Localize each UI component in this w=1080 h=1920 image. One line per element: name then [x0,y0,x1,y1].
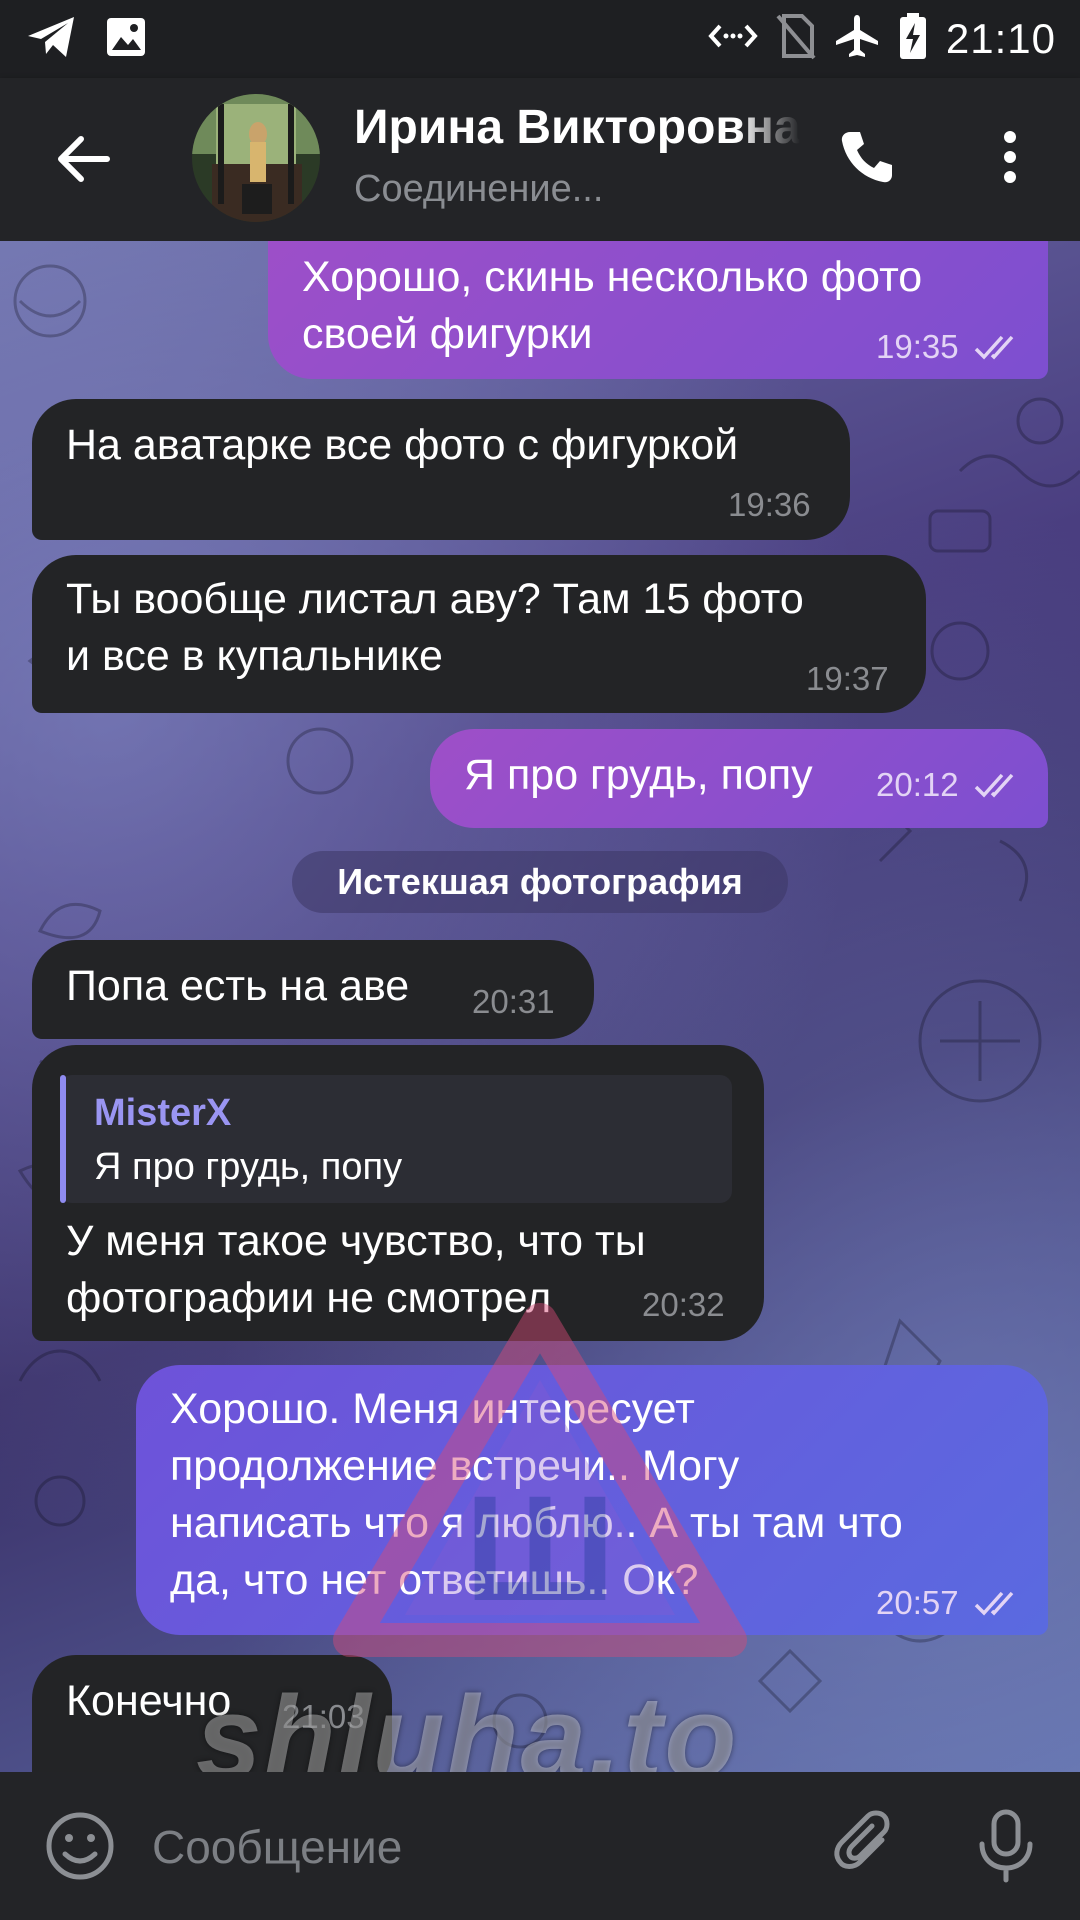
message-bubble-outgoing[interactable]: Я про грудь, попу 20:12 [430,729,1048,828]
call-button[interactable] [832,122,902,192]
reply-accent-bar [60,1075,66,1203]
watermark-logo: Ш [333,1303,747,1657]
double-check-icon [974,335,1014,360]
chat-header: Ирина Викторовна Соединение... [0,78,1080,241]
attach-icon[interactable] [830,1810,902,1882]
reply-preview[interactable]: MisterX Я про грудь, попу [60,1075,732,1203]
message-time: 19:36 [728,486,811,523]
phone-icon [841,132,892,183]
message-bubble-incoming[interactable]: Попа есть на аве 20:31 [32,940,594,1039]
double-check-icon [974,773,1014,798]
message-bubble-incoming-reply[interactable]: MisterX Я про грудь, попу У меня такое ч… [32,1045,764,1341]
back-button[interactable] [50,126,116,192]
message-time: 20:12 [876,766,959,803]
message-text: Я про грудь, попу [464,751,813,799]
status-bar: 21:10 [0,0,1080,78]
emoji-icon[interactable] [44,1810,116,1882]
message-time: 20:57 [876,1584,959,1621]
more-vert-icon [1004,131,1016,183]
reply-text: Я про грудь, попу [94,1146,403,1188]
no-sim-icon [776,12,816,65]
airplane-icon [834,13,880,64]
contact-name[interactable]: Ирина Викторовна [354,100,800,155]
clock: 21:10 [945,14,1056,62]
battery-charging-icon [898,12,928,65]
avatar[interactable] [192,94,320,222]
connection-status: Соединение... [354,168,604,210]
image-icon [104,15,148,64]
back-arrow-icon [58,136,110,182]
message-bubble-incoming[interactable]: На аватарке все фото с фигуркой 19:36 [32,399,850,540]
watermark-glyph: Ш [465,1464,616,1632]
message-composer [0,1772,1080,1920]
message-bubble-outgoing[interactable]: Хорошо, скинь несколько фото своей фигур… [268,241,1048,379]
message-time: 20:31 [472,983,555,1020]
message-input[interactable] [150,1808,794,1886]
reply-author: MisterX [94,1092,232,1134]
microphone-icon[interactable] [970,1808,1042,1884]
message-text: Попа есть на аве [66,962,410,1010]
message-bubble-incoming[interactable]: Ты вообще листал аву? Там 15 фото и все … [32,555,926,713]
more-options-button[interactable] [980,122,1040,192]
data-saver-icon [708,21,758,56]
message-time: 19:35 [876,328,959,365]
service-message: Истекшая фотография [292,851,788,913]
message-time: 19:37 [806,660,889,697]
double-check-icon [974,1591,1014,1616]
message-text: Ты вообще листал аву? Там 15 фото и все … [66,575,804,680]
message-text: На аватарке все фото с фигуркой [66,421,739,469]
telegram-icon [26,14,78,65]
